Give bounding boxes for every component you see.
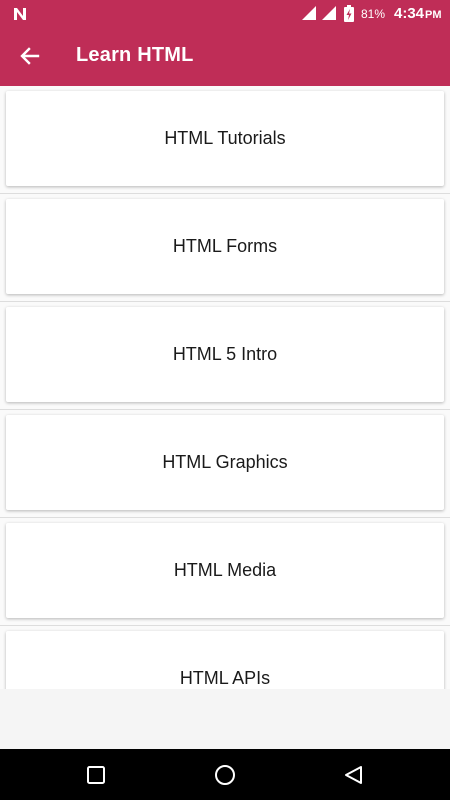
topic-card[interactable]: HTML Media [6,523,444,618]
wifi-signal-icon [302,6,316,20]
list-item-html5-intro: HTML 5 Intro [0,302,450,410]
bottom-spacer [0,689,450,749]
page-title: Learn HTML [76,44,194,66]
topic-card[interactable]: HTML APIs [6,631,444,689]
back-button[interactable] [10,36,50,76]
list-item-html-tutorials: HTML Tutorials [0,86,450,194]
status-bar: 81% 4:34PM [0,0,450,28]
topic-card[interactable]: HTML Graphics [6,415,444,510]
app-header: 81% 4:34PM Learn HTML [0,0,450,86]
topic-label: HTML Media [173,560,277,580]
back-triangle-icon [345,766,362,784]
topic-card[interactable]: HTML 5 Intro [6,307,444,402]
topic-label: HTML APIs [179,668,271,688]
list-item-html-forms: HTML Forms [0,194,450,302]
cell-signal-icon [322,6,336,20]
notification-n-icon [14,8,26,20]
battery-charging-icon [344,5,354,22]
list-item-html-media: HTML Media [0,518,450,626]
nav-back-button[interactable] [336,757,372,793]
home-button[interactable] [207,757,243,793]
list-item-html-graphics: HTML Graphics [0,410,450,518]
clock-time: 4:34 [394,5,425,22]
topic-card[interactable]: HTML Tutorials [6,91,444,186]
topic-label: HTML 5 Intro [172,344,278,364]
recents-square-icon [87,766,105,784]
topic-label: HTML Graphics [162,452,288,472]
list-item-html-apis: HTML APIs [0,626,450,689]
topic-label: HTML Tutorials [164,128,286,148]
clock-ampm: PM [425,9,442,21]
recents-button[interactable] [78,757,114,793]
battery-percent: 81% [361,7,386,21]
topic-label: HTML Forms [172,236,278,256]
topic-list[interactable]: HTML Tutorials HTML Forms HTML 5 Intro H… [0,86,450,689]
clock: 4:34PM [394,5,442,22]
system-nav-bar [0,749,450,800]
home-circle-icon [215,765,235,785]
arrow-left-icon [20,47,40,65]
toolbar: Learn HTML [0,28,450,86]
topic-card[interactable]: HTML Forms [6,199,444,294]
